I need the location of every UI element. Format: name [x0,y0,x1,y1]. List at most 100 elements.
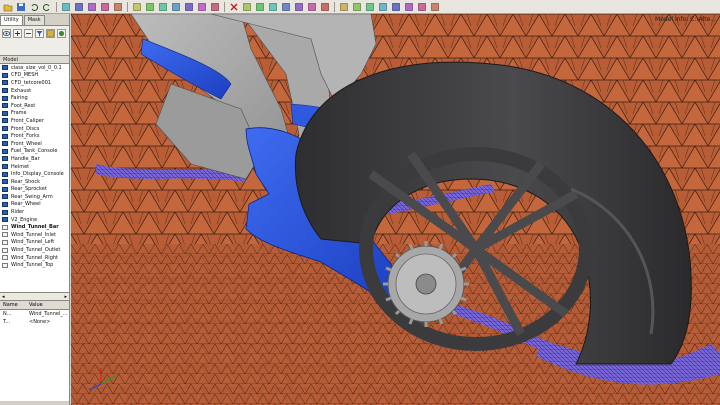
iso-icon [211,2,219,11]
tab-utility[interactable]: Utility [0,15,23,25]
tree-item[interactable]: Exhaust [0,87,69,95]
tab-mask[interactable]: Mask [23,15,45,25]
find-button[interactable] [319,1,331,12]
color-button[interactable] [351,1,363,12]
element-button[interactable] [293,1,305,12]
mask-button[interactable] [241,1,253,12]
tree-item-label: Wind_Tunnel_Right [11,254,58,261]
redo-button[interactable] [41,1,53,12]
eye-icon[interactable] [2,29,11,38]
fit-button[interactable] [112,1,124,12]
scroll-right-icon[interactable]: ▸ [64,294,67,300]
right-button[interactable] [170,1,182,12]
tree-item[interactable]: Wind_Tunnel_Outlet [0,246,69,254]
pan-button[interactable] [86,1,98,12]
tree-item[interactable]: Rear_Swing_Arm [0,193,69,201]
select-button[interactable] [60,1,72,12]
cut-icon [405,2,413,11]
wire-icon [392,2,400,11]
zoom-icon [101,2,109,11]
tree-item[interactable]: Handle_Bar [0,155,69,163]
tree-item[interactable]: Rear_Sprocket [0,186,69,194]
tree-item[interactable]: class_size_vol_0_0.1 [0,64,69,72]
iso-button[interactable] [209,1,221,12]
tree-item[interactable]: Frame [0,110,69,118]
tree-item[interactable]: Info_Display_Console [0,170,69,178]
show-button[interactable] [254,1,266,12]
tree-item[interactable]: Wind_Tunnel_Inlet [0,231,69,239]
property-row[interactable]: N... Wind_Tunnel_... [0,310,69,318]
mesh-icon [282,2,290,11]
property-value: Wind_Tunnel_... [29,311,68,317]
tree-horizontal-scrollbar[interactable]: ◂ ▸ [0,293,69,301]
cut-button[interactable] [403,1,415,12]
open-button[interactable] [2,1,14,12]
tree-item[interactable]: Wind_Tunnel_Bar [0,223,69,231]
scroll-left-icon[interactable]: ◂ [2,294,5,300]
component-cube-icon [2,247,8,253]
graphics-viewport[interactable]: Model Info: C:\Alte... [71,14,720,405]
component-cube-icon [2,156,8,162]
check-icon [340,2,348,11]
isolate-icon[interactable] [57,29,66,38]
tree-item-label: class_size_vol_0_0.1 [11,64,62,71]
tree-item[interactable]: Front_Discs [0,125,69,133]
tree-item[interactable]: Wind_Tunnel_Right [0,254,69,262]
tree-item[interactable]: Rear_Wheel [0,201,69,209]
tree-item[interactable]: Rider [0,208,69,216]
back-button[interactable] [144,1,156,12]
tree-item-label: Info_Display_Console [11,171,64,178]
shade-button[interactable] [377,1,389,12]
tree-item[interactable]: Foot_Rest [0,102,69,110]
rotate-button[interactable] [73,1,85,12]
tree-item[interactable]: CFD_MESH [0,72,69,80]
left-icon [159,2,167,11]
tree-item[interactable]: Fuel_Tank_Console [0,148,69,156]
tree-item[interactable]: Front_Caliper [0,117,69,125]
delete-button[interactable] [228,1,240,12]
wire-button[interactable] [390,1,402,12]
probe-button[interactable] [416,1,428,12]
tree-item[interactable]: Rear_Shock [0,178,69,186]
filter-icon[interactable] [35,29,44,38]
tree-item[interactable]: Front_Forks [0,132,69,140]
toolbar-separator [334,1,335,12]
component-cube-icon [2,95,8,101]
toolbar-separator [56,1,57,12]
delete-icon [230,3,238,10]
style-button[interactable] [364,1,376,12]
hide-button[interactable] [267,1,279,12]
tree-item-label: Wind_Tunnel_Left [11,239,55,246]
browser-panel: Utility Mask Model class_size_vol_0_0.1 C… [0,14,70,405]
tree-item[interactable]: Front_Wheel [0,140,69,148]
tree-item[interactable]: Helmet [0,163,69,171]
hide-icon [269,2,277,11]
model-info-label: Model Info: C:\Alte... [655,16,716,23]
expand-icon[interactable] [13,29,22,38]
measure-button[interactable] [429,1,441,12]
panel-tabs: Utility Mask [0,14,69,25]
color-icon[interactable] [46,29,55,38]
tree-item[interactable]: Wind_Tunnel_Top [0,261,69,269]
zoom-button[interactable] [99,1,111,12]
collapse-icon[interactable] [24,29,33,38]
component-cube-icon [2,103,8,109]
property-row[interactable]: T... <None> [0,318,69,326]
save-button[interactable] [15,1,27,12]
mesh-button[interactable] [280,1,292,12]
find-icon [321,2,329,11]
tree-item[interactable]: Wind_Tunnel_Left [0,239,69,247]
tree-item[interactable]: Fairing [0,94,69,102]
check-button[interactable] [338,1,350,12]
bottom-button[interactable] [196,1,208,12]
node-button[interactable] [306,1,318,12]
tree-item[interactable]: V2_Engine [0,216,69,224]
tree-item-label: Rear_Wheel [11,201,41,208]
undo-button[interactable] [28,1,40,12]
left-button[interactable] [157,1,169,12]
top-icon [185,2,193,11]
top-button[interactable] [183,1,195,12]
component-cube-icon [2,194,8,200]
tree-item[interactable]: CFD_tetcore001 [0,79,69,87]
front-button[interactable] [131,1,143,12]
